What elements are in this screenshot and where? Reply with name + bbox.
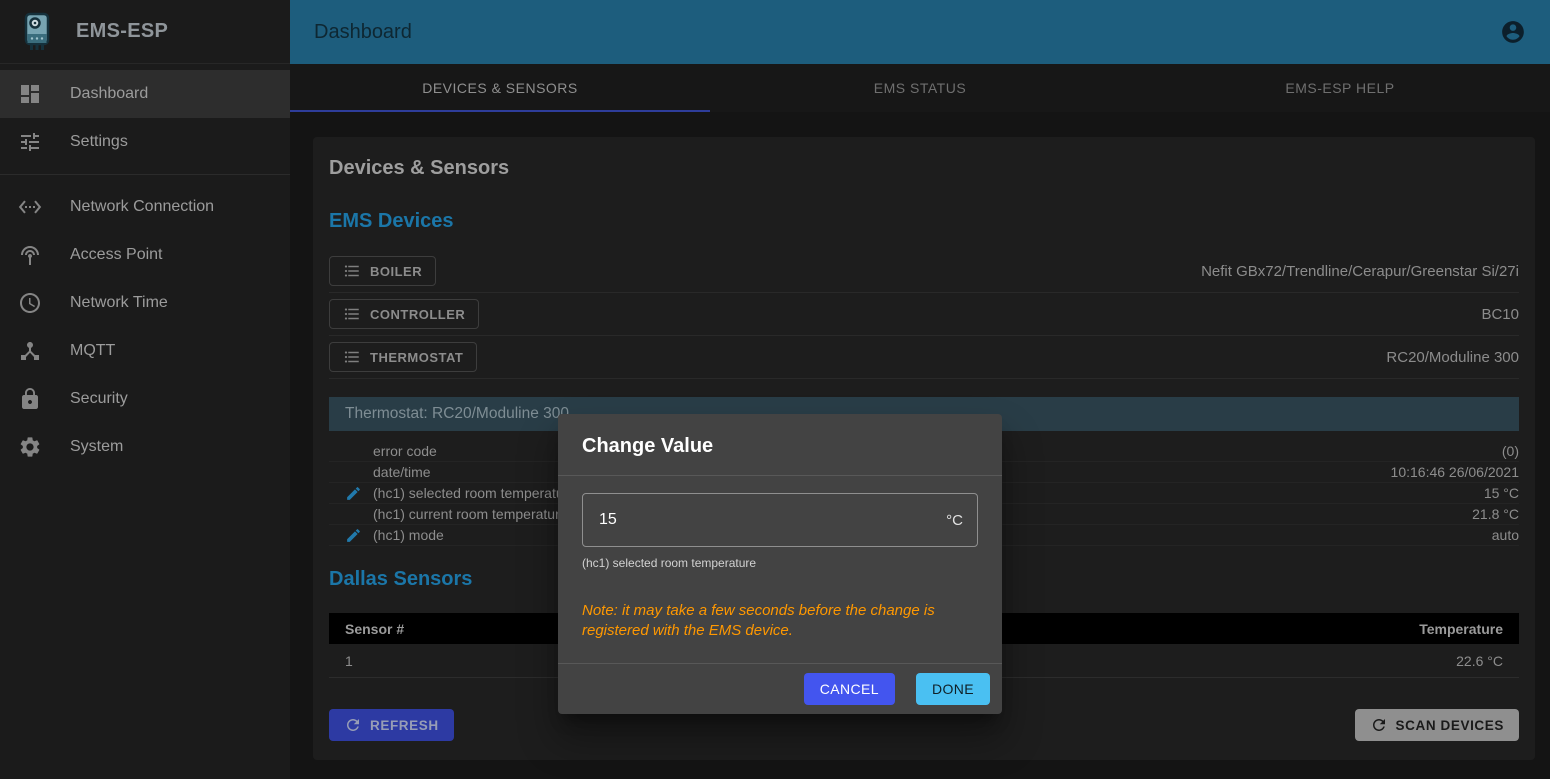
note-text: Note: it may take a few seconds before t… (582, 601, 962, 642)
change-value-dialog: Change Value °C (hc1) selected room temp… (558, 414, 1002, 714)
value-input[interactable] (599, 511, 946, 529)
unit-adornment: °C (946, 512, 963, 529)
cancel-button[interactable]: CANCEL (804, 673, 895, 705)
done-button[interactable]: DONE (916, 673, 990, 705)
helper-text: (hc1) selected room temperature (582, 556, 978, 570)
value-field: °C (582, 493, 978, 547)
dialog-title: Change Value (558, 414, 1002, 475)
dialog-actions: CANCEL DONE (558, 664, 1002, 714)
